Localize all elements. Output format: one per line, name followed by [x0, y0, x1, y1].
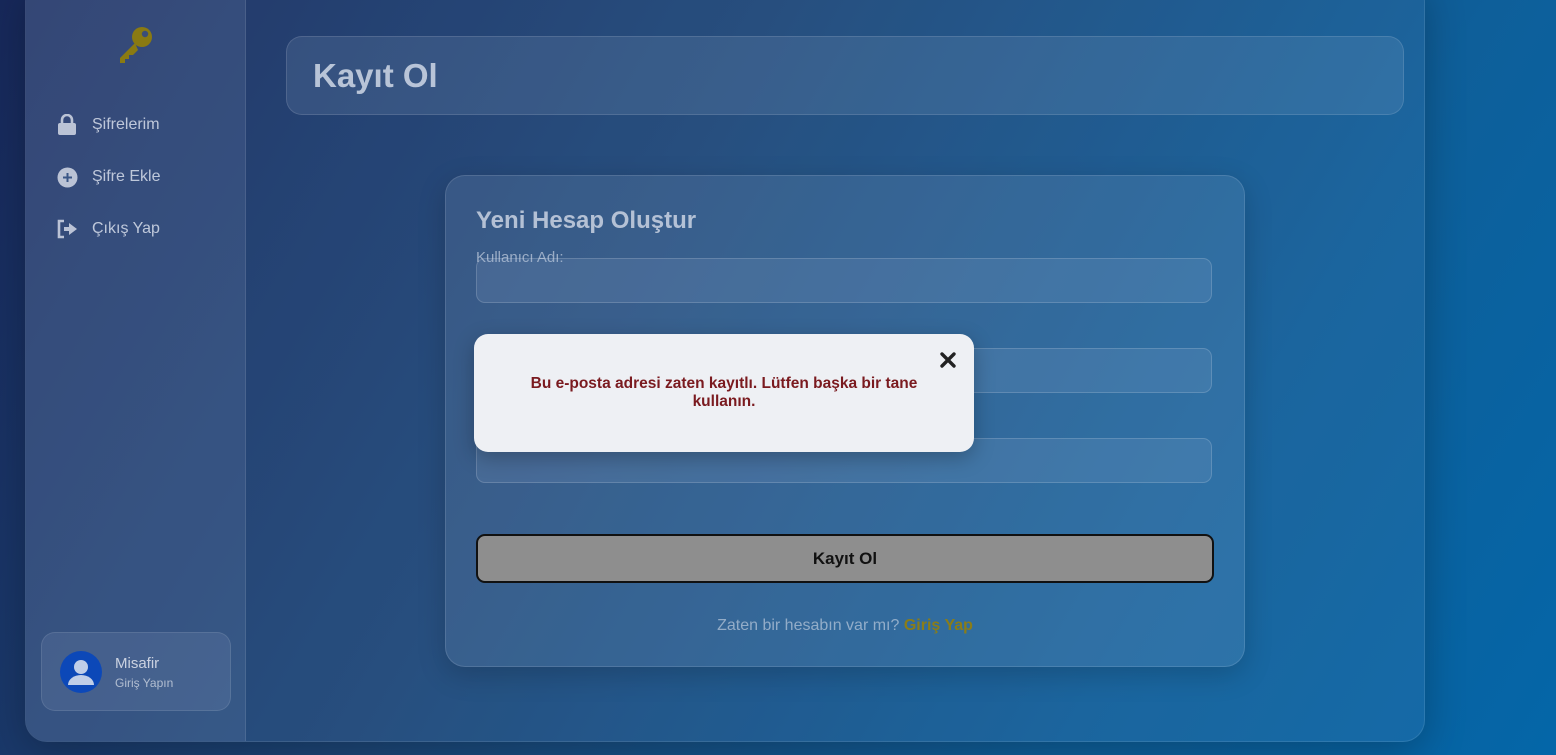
user-card[interactable]: Misafir Giriş Yapın [41, 632, 231, 711]
error-toast: Bu e-posta adresi zaten kayıtlı. Lütfen … [474, 334, 974, 452]
user-avatar-icon [60, 651, 102, 693]
key-icon[interactable] [114, 23, 158, 67]
user-subtitle: Giriş Yapın [115, 676, 174, 690]
sidebar-item-cikis-yap[interactable]: Çıkış Yap [56, 216, 160, 242]
username-field[interactable] [476, 258, 1212, 303]
login-prompt-text: Zaten bir hesabın var mı? [717, 617, 900, 634]
sidebar: Şifrelerim Şifre Ekle Çıkış Yap Misafir … [26, 0, 246, 741]
logout-icon [56, 218, 78, 240]
sidebar-item-sifrelerim[interactable]: Şifrelerim [56, 112, 160, 138]
close-icon[interactable] [936, 348, 960, 372]
sidebar-item-label: Çıkış Yap [92, 220, 160, 237]
login-link[interactable]: Giriş Yap [904, 617, 973, 634]
page-header: Kayıt Ol [286, 36, 1404, 115]
login-prompt: Zaten bir hesabın var mı? Giriş Yap [446, 617, 1244, 635]
page-title: Kayıt Ol [313, 57, 438, 94]
sidebar-item-sifre-ekle[interactable]: Şifre Ekle [56, 164, 160, 190]
sidebar-item-label: Şifrelerim [92, 116, 160, 133]
register-button[interactable]: Kayıt Ol [476, 534, 1214, 583]
sidebar-item-label: Şifre Ekle [92, 168, 161, 185]
form-title: Yeni Hesap Oluştur [476, 207, 697, 234]
toast-message: Bu e-posta adresi zaten kayıtlı. Lütfen … [530, 375, 918, 410]
plus-circle-icon [56, 166, 78, 188]
user-name: Misafir [115, 655, 160, 672]
lock-icon [56, 114, 78, 136]
